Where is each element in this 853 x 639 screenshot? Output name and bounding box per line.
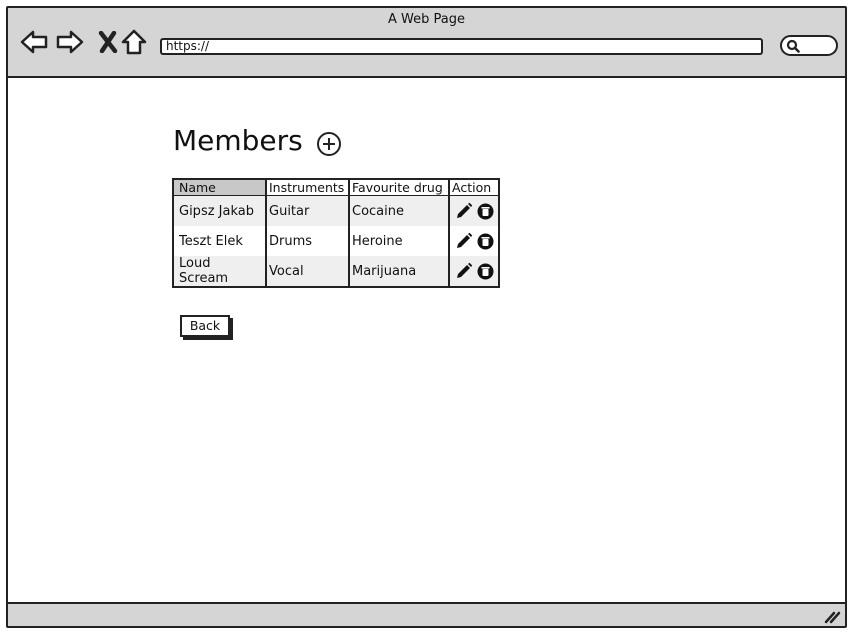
browser-toolbar: A Web Page https:// — [8, 8, 845, 78]
delete-trash-icon[interactable] — [477, 233, 494, 250]
cell-drug: Marijuana — [348, 256, 449, 287]
add-member-button[interactable] — [316, 131, 342, 157]
search-icon — [786, 39, 800, 53]
table-row: Gipsz Jakab Guitar Cocaine — [173, 195, 499, 226]
members-table: Name Instruments Favourite drug Action G… — [172, 178, 500, 288]
back-arrow-icon[interactable] — [20, 28, 48, 56]
add-circle-icon — [316, 131, 342, 157]
window-title: A Web Page — [388, 12, 465, 27]
cell-drug: Heroine — [348, 226, 449, 256]
delete-trash-icon[interactable] — [477, 263, 494, 280]
cell-instruments: Vocal — [265, 256, 349, 287]
cell-name: Gipsz Jakab — [173, 195, 266, 226]
resize-grip-icon[interactable] — [823, 608, 841, 624]
forward-arrow-icon[interactable] — [56, 28, 84, 56]
edit-pencil-icon[interactable] — [455, 232, 473, 250]
url-input[interactable]: https:// — [160, 38, 763, 55]
cell-actions — [448, 226, 499, 256]
table-header-row: Name Instruments Favourite drug Action — [173, 179, 499, 196]
cell-actions — [448, 256, 499, 287]
cell-name: Teszt Elek — [179, 233, 243, 249]
cell-instruments: Drums — [265, 226, 349, 256]
column-header-instruments: Instruments — [265, 179, 349, 196]
edit-pencil-icon[interactable] — [455, 262, 473, 280]
cell-name: Loud Scream — [173, 256, 266, 287]
close-icon[interactable] — [94, 28, 122, 56]
table-row: Loud Scream Vocal Marijuana — [173, 256, 499, 287]
column-header-action: Action — [448, 179, 499, 196]
column-header-name: Name — [173, 179, 266, 196]
status-bar — [8, 602, 845, 626]
browser-window: A Web Page https:// Members Name Instrum… — [6, 6, 847, 628]
home-icon[interactable] — [120, 28, 148, 56]
edit-pencil-icon[interactable] — [455, 202, 473, 220]
cell-drug: Cocaine — [348, 195, 449, 226]
cell-actions — [448, 195, 499, 226]
delete-trash-icon[interactable] — [477, 203, 494, 220]
page-title: Members — [173, 124, 303, 157]
cell-instruments: Guitar — [265, 195, 349, 226]
column-header-drug: Favourite drug — [348, 179, 449, 196]
search-box[interactable] — [780, 35, 838, 56]
back-button[interactable]: Back — [180, 315, 230, 337]
table-row: Teszt Elek Drums Heroine — [173, 226, 499, 256]
